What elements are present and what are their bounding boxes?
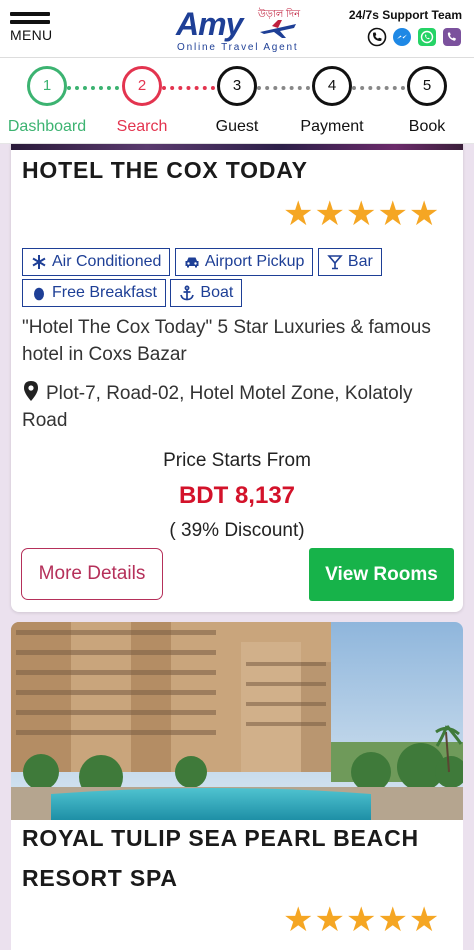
amenity-free-breakfast: Free Breakfast	[22, 279, 166, 307]
step-connector	[67, 86, 119, 90]
menu-label: MENU	[10, 27, 53, 43]
hotel-name-line-2[interactable]: RESORT SPA	[22, 858, 178, 898]
hotel-name-line-1[interactable]: ROYAL TULIP SEA PEARL BEACH	[22, 818, 419, 858]
address-text: Plot-7, Road-02, Hotel Motel Zone, Kolat…	[22, 383, 413, 431]
hotel-address: Plot-7, Road-02, Hotel Motel Zone, Kolat…	[22, 380, 452, 434]
amenity-airport-pickup: Airport Pickup	[174, 248, 314, 276]
menu-button[interactable]: MENU	[10, 12, 54, 48]
anchor-icon	[180, 285, 195, 300]
hotel-card: ROYAL TULIP SEA PEARL BEACH RESORT SPA ★…	[11, 622, 463, 950]
airplane-logo-icon	[260, 20, 296, 38]
amenity-bar: Bar	[317, 248, 382, 276]
amenity-label: Airport Pickup	[204, 252, 305, 270]
step-5-circle[interactable]: 5	[407, 66, 447, 106]
step-3-circle[interactable]: 3	[217, 66, 257, 106]
hamburger-icon-bar	[10, 20, 50, 24]
hotel-name[interactable]: HOTEL THE COX TODAY	[22, 150, 308, 190]
map-pin-icon	[24, 381, 38, 401]
discount-text: ( 39% Discount)	[169, 520, 305, 541]
step-1-label[interactable]: Dashboard	[0, 118, 97, 136]
step-2-label[interactable]: Search	[92, 118, 192, 136]
step-4-label[interactable]: Payment	[282, 118, 382, 136]
step-2-circle[interactable]: 2	[122, 66, 162, 106]
step-1-circle[interactable]: 1	[27, 66, 67, 106]
step-3-label[interactable]: Guest	[187, 118, 287, 136]
amenity-list: Air Conditioned Airport Pickup Bar Free …	[22, 248, 442, 310]
amenity-label: Air Conditioned	[52, 252, 162, 270]
step-connector	[352, 86, 405, 90]
amenity-label: Boat	[200, 283, 234, 301]
hotel-description: "Hotel The Cox Today" 5 Star Luxuries & …	[22, 317, 431, 365]
star-rating: ★★★★★	[283, 195, 441, 233]
amenity-air-conditioned: Air Conditioned	[22, 248, 171, 276]
step-connector	[257, 86, 310, 90]
hamburger-icon	[10, 12, 50, 16]
brand-name: Amy	[176, 6, 243, 42]
whatsapp-icon[interactable]	[417, 27, 437, 47]
viber-icon[interactable]	[442, 27, 462, 47]
support-title: 24/7s Support Team	[348, 8, 462, 22]
price-value: BDT 8,137	[178, 482, 296, 509]
phone-icon[interactable]	[367, 27, 387, 47]
cocktail-icon	[327, 254, 343, 269]
step-5-label[interactable]: Book	[377, 118, 474, 136]
car-icon	[185, 257, 199, 267]
step-connector	[162, 86, 215, 90]
app-header: MENU Amy উড়াল দিন Online Travel Agent 2…	[0, 0, 474, 58]
messenger-icon[interactable]	[392, 27, 412, 47]
brand-tagline: Online Travel Agent	[177, 42, 299, 53]
amenity-label: Bar	[347, 252, 373, 270]
snowflake-icon	[32, 254, 46, 269]
step-4-circle[interactable]: 4	[312, 66, 352, 106]
booking-steps: 1 2 3 4 5 Dashboard Search Guest Payment…	[0, 58, 474, 144]
egg-icon	[34, 287, 44, 300]
hotel-photo[interactable]	[11, 622, 463, 820]
more-details-button[interactable]: More Details	[21, 548, 163, 600]
star-rating: ★★★★★	[283, 901, 441, 939]
support-panel: 24/7s Support Team	[349, 8, 462, 47]
amenity-label: Free Breakfast	[52, 283, 157, 301]
hotel-card: HOTEL THE COX TODAY ★★★★★ Air Conditione…	[11, 144, 463, 612]
brand-logo[interactable]: Amy উড়াল দিন Online Travel Agent	[172, 4, 306, 56]
price-label: Price Starts From	[163, 450, 311, 471]
view-rooms-button[interactable]: View Rooms	[309, 548, 454, 601]
amenity-boat: Boat	[170, 279, 243, 307]
